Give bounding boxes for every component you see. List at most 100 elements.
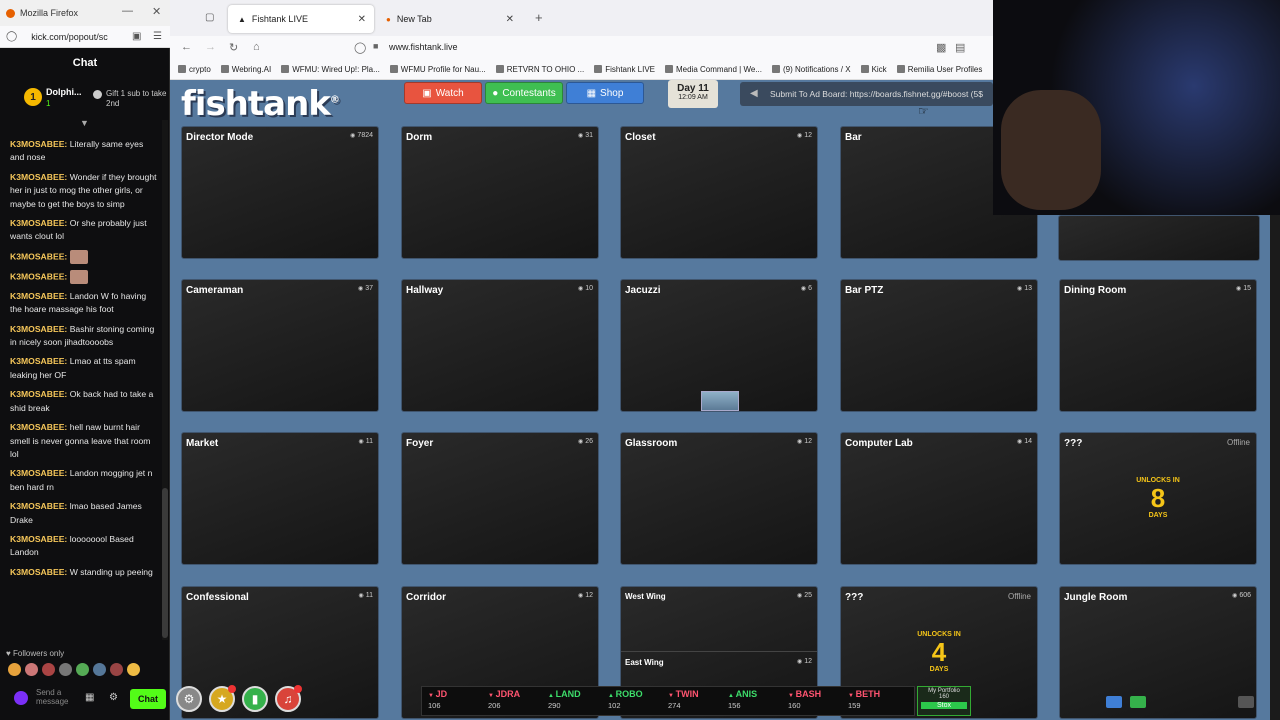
chat-url-bar[interactable]: ◯ kick.com/popout/sc ▣ ☰ [0,26,170,48]
emote-picker-icon[interactable]: ▦ [85,692,94,703]
bookmark-item[interactable]: Webring.AI [221,65,271,74]
camera-glassroom[interactable]: Glassroom 12 [620,432,818,565]
stox-button[interactable]: Stox [921,702,967,709]
ticker-item[interactable]: ▼ JDRA 206 [482,687,542,715]
close-icon[interactable]: ✕ [152,5,161,18]
chat-username[interactable]: K3MOSABEE: [10,139,67,149]
forward-icon[interactable]: → [205,41,216,53]
emote-icon[interactable] [25,663,38,676]
tab-new-tab[interactable]: ● New Tab ✕ [376,5,522,33]
bookmark-item[interactable]: Kick [861,65,887,74]
ticker-item[interactable]: ▲ ANIS 156 [722,687,782,715]
items-button[interactable]: ▮ [242,686,268,712]
close-tab-icon[interactable]: ✕ [358,14,366,25]
coins-button[interactable]: ★ [209,685,236,712]
emote-icon[interactable] [110,663,123,676]
emote-icon[interactable] [93,663,106,676]
green-widget-icon[interactable] [1130,696,1146,708]
chat-username[interactable]: K3MOSABEE: [10,172,67,182]
chat-username[interactable]: K3MOSABEE: [10,271,67,281]
chat-username[interactable]: K3MOSABEE: [10,468,67,478]
tab-list-icon[interactable]: ▢ [205,12,214,23]
bookmark-item[interactable]: Fishtank LIVE [594,65,655,74]
portfolio-widget[interactable]: My Portfolio 160 Stox [917,686,971,716]
camera-director-mode[interactable]: Director Mode 7824 [181,126,379,259]
bookmark-item[interactable]: WFMU Profile for Nau... [390,65,486,74]
tts-button[interactable]: ♫ [275,685,302,712]
chat-scrollbar-thumb[interactable] [162,488,168,638]
screenshot-icon[interactable]: ▩ [936,41,946,54]
back-icon[interactable]: ← [181,41,192,53]
adboard-banner[interactable]: ◀ Submit To Ad Board: https://boards.fis… [740,82,993,106]
contestants-button[interactable]: ● Contestants [485,82,563,104]
stock-ticker[interactable]: ▼ JD 106 ▼ JDRA 206 ▲ LAND 290 ▲ ROBO 102 ▼ TWIN… [421,686,915,716]
lock-icon[interactable]: ■ [373,41,378,51]
chat-send-button[interactable]: Chat [130,689,166,709]
chat-username[interactable]: K3MOSABEE: [10,356,67,366]
microphone-icon[interactable] [14,691,28,705]
camera-dining-room[interactable]: Dining Room 15 [1059,279,1257,412]
chat-username[interactable]: K3MOSABEE: [10,251,67,261]
chat-username[interactable]: K3MOSABEE: [10,324,67,334]
settings-gear-button[interactable]: ⚙ [176,686,202,712]
gear-icon[interactable]: ⚙ [109,692,118,703]
ticker-item[interactable]: ▲ LAND 290 [542,687,602,715]
shop-button[interactable]: ▦ Shop [566,82,644,104]
chat-username[interactable]: K3MOSABEE: [10,389,67,399]
back-arrow-icon[interactable]: ◀ [750,88,758,99]
chat-message-input[interactable]: Send a message [36,688,76,706]
chat-username[interactable]: K3MOSABEE: [10,218,67,228]
copy-icon[interactable]: ▣ [132,31,141,42]
gift-leader-name[interactable]: Dolphi... [46,87,82,97]
watch-button[interactable]: ▣ Watch [404,82,482,104]
bookmark-item[interactable]: crypto [178,65,211,74]
bookmark-item[interactable]: (9) Notifications / X [772,65,851,74]
chat-username[interactable]: K3MOSABEE: [10,291,67,301]
camera-market[interactable]: Market 11 [181,432,379,565]
emote-icon[interactable] [42,663,55,676]
emote-icon[interactable] [127,663,140,676]
shield-icon[interactable]: ◯ [354,41,366,54]
menu-icon[interactable]: ☰ [153,31,162,42]
camera-hallway[interactable]: Hallway 10 [401,279,599,412]
address-bar[interactable]: www.fishtank.live [389,42,458,52]
chat-username[interactable]: K3MOSABEE: [10,534,67,544]
camera-cameraman[interactable]: Cameraman 37 [181,279,379,412]
camera-hidden-tile[interactable] [1058,215,1260,261]
camera-jacuzzi[interactable]: Jacuzzi 6 [620,279,818,412]
camera-jungle-room[interactable]: Jungle Room 606 [1059,586,1257,719]
bookmark-item[interactable]: WFMU: Wired Up!: Pla... [281,65,380,74]
minimize-icon[interactable]: — [122,5,133,17]
bookmark-item[interactable]: RETVRN TO OHIO ... [496,65,585,74]
fishtank-logo[interactable]: fishtank® [181,84,340,124]
pocket-icon[interactable]: ▤ [955,41,965,54]
bookmark-item[interactable]: Media Command | We... [665,65,762,74]
reload-icon[interactable]: ↻ [229,41,238,54]
bookmark-item[interactable]: Remilia User Profiles [897,65,983,74]
blue-widget-icon[interactable] [1106,696,1122,708]
tab-fishtank[interactable]: ▲ Fishtank LIVE ✕ [228,5,374,33]
ticker-item[interactable]: ▲ ROBO 102 [602,687,662,715]
ticker-item[interactable]: ▼ JD 106 [422,687,482,715]
camera-foyer[interactable]: Foyer 26 [401,432,599,565]
camera-dorm[interactable]: Dorm 31 [401,126,599,259]
chat-url[interactable]: kick.com/popout/sc [31,32,121,42]
expand-icon[interactable] [1238,696,1254,708]
chevron-down-icon[interactable]: ▼ [80,118,89,128]
new-tab-icon[interactable]: + [535,10,543,25]
ticker-item[interactable]: ▼ BETH 159 [842,687,902,715]
emote-icon[interactable] [59,663,72,676]
home-icon[interactable]: ⌂ [253,41,260,53]
chat-username[interactable]: K3MOSABEE: [10,422,67,432]
camera-bar-ptz[interactable]: Bar PTZ 13 [840,279,1038,412]
emote-icon[interactable] [76,663,89,676]
close-tab-icon[interactable]: ✕ [506,14,514,25]
camera-closet[interactable]: Closet 12 [620,126,818,259]
camera-locked-8[interactable]: ??? Offline UNLOCKS IN 8 DAYS [1059,432,1257,565]
camera-computer-lab[interactable]: Computer Lab 14 [840,432,1038,565]
ticker-item[interactable]: ▼ TWIN 274 [662,687,722,715]
chat-username[interactable]: K3MOSABEE: [10,567,67,577]
ticker-item[interactable]: ▼ BASH 160 [782,687,842,715]
chat-username[interactable]: K3MOSABEE: [10,501,67,511]
emote-icon[interactable] [8,663,21,676]
